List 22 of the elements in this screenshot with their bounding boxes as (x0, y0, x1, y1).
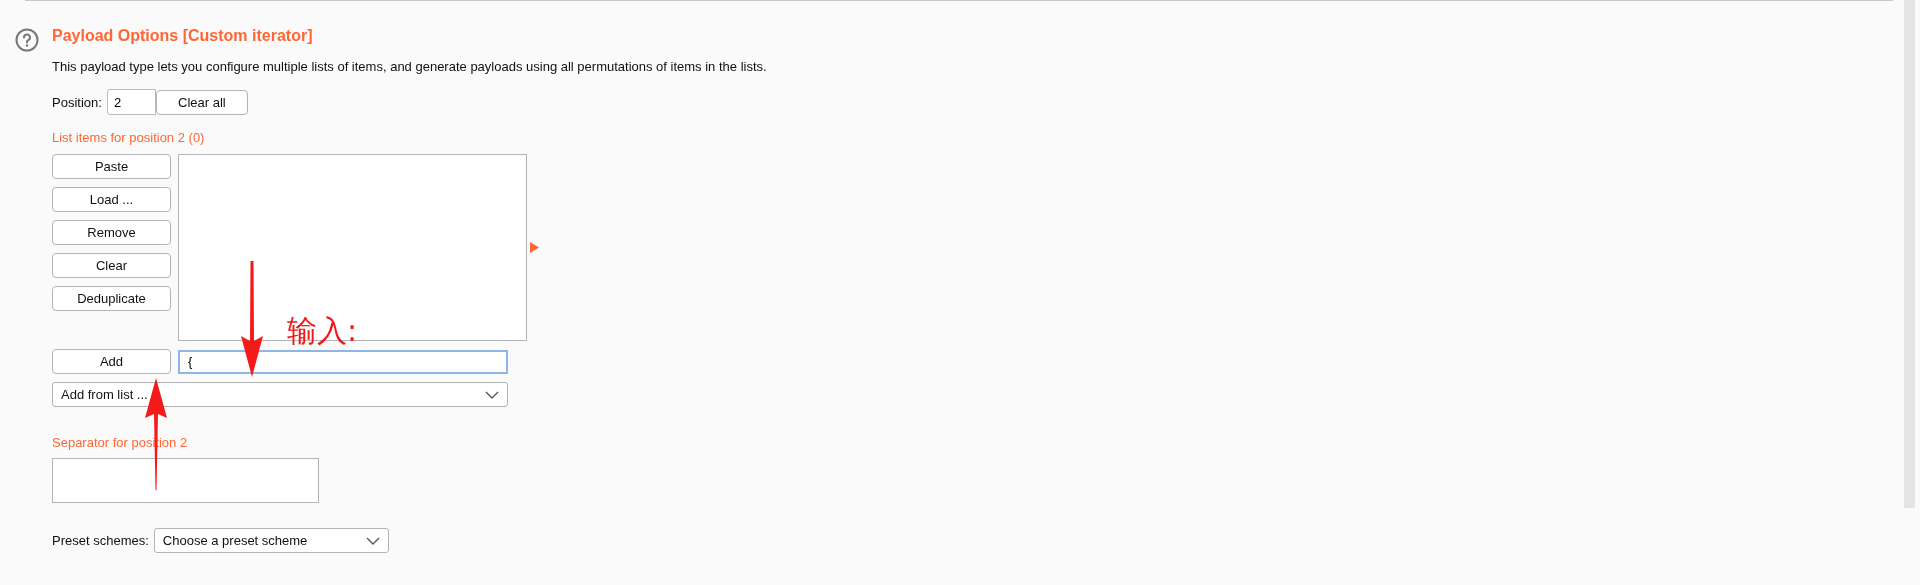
list-button[interactable]: Deduplicate (52, 286, 171, 311)
position-field[interactable]: 2 (106, 89, 156, 115)
list-button[interactable]: Clear (52, 253, 171, 278)
description: This payload type lets you configure multiple lists of items, and generate payloads using all permutations of items in the lists. (52, 59, 767, 75)
section-title: Payload Options [Custom iterator] (52, 26, 314, 46)
separator-field[interactable] (52, 458, 319, 503)
expand-triangle-icon[interactable] (530, 242, 539, 253)
preset-label: Preset schemes: (52, 533, 149, 548)
list-items-label: List items for position 2 (0) (52, 130, 206, 146)
help-icon[interactable] (15, 28, 39, 52)
annotation-text: 输入: (287, 312, 358, 350)
clear-all-button[interactable]: Clear all (155, 89, 248, 115)
add-button[interactable]: Add (52, 349, 171, 374)
position-label: Position: (52, 94, 102, 110)
chevron-icon (365, 536, 380, 545)
list-button[interactable]: Paste (52, 154, 171, 179)
chevron-icon (485, 390, 499, 399)
preset-dropdown[interactable]: Choose a preset scheme (153, 528, 389, 553)
add-item-field[interactable]: { (178, 349, 508, 374)
list-button[interactable]: Load ... (52, 187, 171, 212)
add-from-list-dropdown[interactable]: Add from list ... (52, 382, 508, 407)
list-button[interactable]: Remove (52, 220, 171, 245)
